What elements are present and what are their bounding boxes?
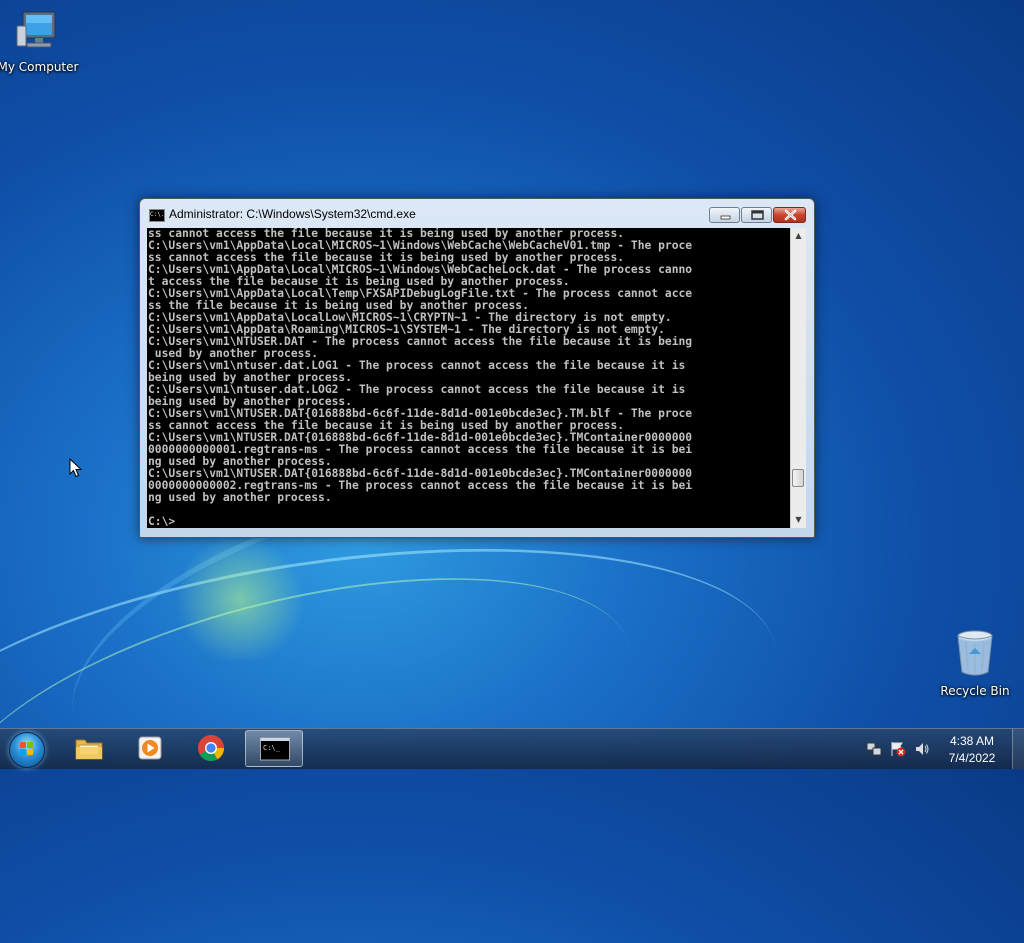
window-title: Administrator: C:\Windows\System32\cmd.e… xyxy=(169,207,416,221)
console-line: 0000000000001.regtrans-ms - The process … xyxy=(148,444,693,456)
console-line: ng used by another process. xyxy=(148,456,332,468)
chrome-icon xyxy=(196,734,226,762)
console-line: being used by another process. xyxy=(148,396,353,408)
computer-icon xyxy=(0,8,80,57)
console-line: being used by another process. xyxy=(148,372,353,384)
console-line: ss cannot access the file because it is … xyxy=(148,420,625,432)
media-player-icon xyxy=(135,734,165,762)
taskbar-chrome-button[interactable] xyxy=(182,730,240,767)
console-line: used by another process. xyxy=(148,348,319,360)
wallpaper-streak xyxy=(0,498,797,925)
console-line: C:\Users\vm1\ntuser.dat.LOG1 - The proce… xyxy=(148,360,686,372)
network-icon[interactable] xyxy=(866,741,882,757)
console-line: C:\Users\vm1\ntuser.dat.LOG2 - The proce… xyxy=(148,384,686,396)
windows-logo-icon xyxy=(9,732,45,768)
vertical-scrollbar[interactable]: ▲ ▼ xyxy=(790,228,806,528)
console-line: C:\Users\vm1\AppData\Local\MICROS~1\Wind… xyxy=(148,264,693,276)
volume-icon[interactable] xyxy=(914,741,930,757)
folder-icon xyxy=(74,734,104,762)
show-desktop-button[interactable] xyxy=(1012,729,1024,769)
console-line: t access the file because it is being us… xyxy=(148,276,570,288)
desktop-icon-my-computer[interactable]: My Computer xyxy=(0,8,80,74)
close-icon xyxy=(774,208,805,222)
console-line: ss cannot access the file because it is … xyxy=(148,252,625,264)
console-line: C:\Users\vm1\NTUSER.DAT{016888bd-6c6f-11… xyxy=(148,432,693,444)
desktop-icon-label: Recycle Bin xyxy=(940,684,1010,698)
desktop-icon-recycle-bin[interactable]: Recycle Bin xyxy=(933,628,1017,698)
console-line: C:\Users\vm1\NTUSER.DAT{016888bd-6c6f-11… xyxy=(148,468,693,480)
minimize-icon xyxy=(710,208,739,222)
clock-date: 7/4/2022 xyxy=(948,751,996,765)
desktop-icon-label: My Computer xyxy=(0,60,79,74)
maximize-button[interactable] xyxy=(741,207,772,223)
minimize-button[interactable] xyxy=(709,207,740,223)
mouse-cursor-icon xyxy=(69,457,83,478)
recycle-bin-icon xyxy=(933,628,1017,681)
console-line: C:\> xyxy=(148,516,176,528)
console-line: C:\Users\vm1\AppData\LocalLow\MICROS~1\C… xyxy=(148,312,672,324)
wallpaper-glow xyxy=(170,540,310,660)
console-line: C:\Users\vm1\NTUSER.DAT{016888bd-6c6f-11… xyxy=(148,408,693,420)
taskbar-cmd-button[interactable]: C:\_ xyxy=(245,730,303,767)
console-line: C:\Users\vm1\AppData\Roaming\MICROS~1\SY… xyxy=(148,324,665,336)
window-titlebar[interactable]: C:\. Administrator: C:\Windows\System32\… xyxy=(140,199,814,227)
scroll-up-arrow-icon[interactable]: ▲ xyxy=(791,228,806,244)
close-button[interactable] xyxy=(773,207,806,223)
cmd-icon: C:\. xyxy=(149,209,165,222)
console-line: C:\Users\vm1\NTUSER.DAT - The process ca… xyxy=(148,336,693,348)
scroll-down-arrow-icon[interactable]: ▼ xyxy=(791,512,806,528)
clock-time: 4:38 AM xyxy=(949,734,995,748)
taskbar-explorer-button[interactable] xyxy=(60,730,118,767)
action-center-icon[interactable] xyxy=(890,741,906,757)
console-line: C:\Users\vm1\AppData\Local\MICROS~1\Wind… xyxy=(148,240,693,252)
taskbar-media-player-button[interactable] xyxy=(121,730,179,767)
cmd-icon: C:\_ xyxy=(260,735,290,763)
start-button[interactable] xyxy=(6,730,46,768)
taskbar-clock[interactable]: 4:38 AM 7/4/2022 xyxy=(930,733,1014,767)
console-line: C:\Users\vm1\AppData\Local\Temp\FXSAPIDe… xyxy=(148,288,693,300)
console-line: ng used by another process. xyxy=(148,492,332,504)
maximize-icon xyxy=(742,208,771,222)
console-line: ss cannot access the file because it is … xyxy=(148,228,625,240)
cmd-icon-text: C:\_ xyxy=(263,744,281,752)
console-line: ss the file because it is being used by … xyxy=(148,300,529,312)
taskbar: C:\_ 4:38 AM 7/4/2022 xyxy=(0,728,1024,769)
console-line: 0000000000002.regtrans-ms - The process … xyxy=(148,480,693,492)
scrollbar-thumb[interactable] xyxy=(792,469,804,487)
console-output[interactable]: ss cannot access the file because it is … xyxy=(147,228,790,528)
cmd-window[interactable]: C:\. Administrator: C:\Windows\System32\… xyxy=(139,198,815,538)
